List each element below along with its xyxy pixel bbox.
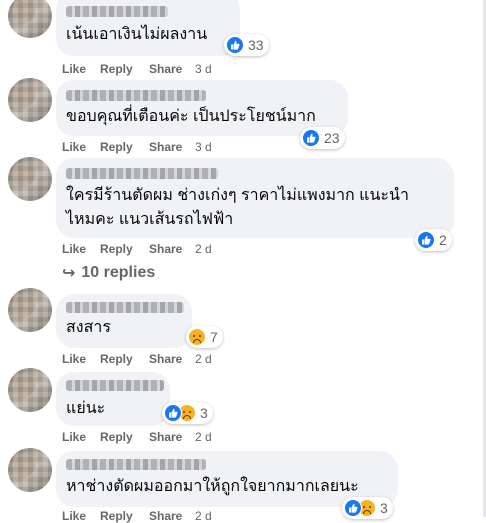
reaction-summary[interactable]: 3 xyxy=(162,402,213,424)
timestamp[interactable]: 3 d xyxy=(195,62,212,76)
share-link[interactable]: Share xyxy=(149,352,182,366)
reaction-count: 33 xyxy=(248,37,264,53)
comment-bubble: สงสาร xyxy=(56,294,192,348)
avatar[interactable] xyxy=(8,448,52,492)
reaction-count: 23 xyxy=(324,130,340,146)
like-link[interactable]: Like xyxy=(62,430,86,444)
reply-arrow-icon: ↪ xyxy=(62,265,76,282)
reaction-summary[interactable]: 23 xyxy=(300,127,345,149)
like-thumb-icon xyxy=(164,404,182,422)
reply-link[interactable]: Reply xyxy=(100,242,133,256)
reply-link[interactable]: Reply xyxy=(100,352,133,366)
reaction-count: 3 xyxy=(380,500,388,516)
reaction-summary[interactable]: 33 xyxy=(224,34,269,56)
avatar[interactable] xyxy=(8,368,52,412)
timestamp[interactable]: 2 d xyxy=(195,430,212,444)
comment-bubble: ใครมีร้านตัดผม ช่างเก่งๆ ราคาไม่แพงมาก แ… xyxy=(56,158,454,238)
avatar[interactable] xyxy=(8,78,52,122)
like-thumb-icon xyxy=(344,499,362,517)
like-thumb-icon xyxy=(302,129,320,147)
comment-text-line-1: ใครมีร้านตัดผม ช่างเก่งๆ ราคาไม่แพงมาก แ… xyxy=(66,187,409,204)
author-name-blurred[interactable] xyxy=(66,459,206,470)
reaction-summary[interactable]: 3 xyxy=(342,497,393,519)
author-name-blurred[interactable] xyxy=(66,168,218,179)
view-replies-link[interactable]: ↪ 10 replies xyxy=(62,263,155,283)
comment-text: สงสาร xyxy=(66,319,111,336)
timestamp[interactable]: 3 d xyxy=(195,140,212,154)
author-name-blurred[interactable] xyxy=(66,302,184,313)
like-link[interactable]: Like xyxy=(62,140,86,154)
share-link[interactable]: Share xyxy=(149,140,182,154)
reply-link[interactable]: Reply xyxy=(100,140,133,154)
like-link[interactable]: Like xyxy=(62,62,86,76)
avatar[interactable] xyxy=(8,288,52,332)
reply-link[interactable]: Reply xyxy=(100,430,133,444)
like-thumb-icon xyxy=(226,36,244,54)
author-name-blurred[interactable] xyxy=(66,90,206,101)
reaction-count: 2 xyxy=(439,232,447,248)
comment-text-line-2: ไหมคะ แนวเส้นรถไฟฟ้า xyxy=(66,211,234,228)
avatar[interactable] xyxy=(8,0,52,38)
sad-face-icon xyxy=(188,328,206,346)
reply-link[interactable]: Reply xyxy=(100,62,133,76)
reaction-summary[interactable]: 7 xyxy=(186,326,223,348)
reaction-count: 3 xyxy=(200,405,208,421)
replies-count: 10 replies xyxy=(81,264,156,281)
like-link[interactable]: Like xyxy=(62,352,86,366)
comment-bubble: ขอบคุณที่เตือนค่ะ เป็นประโยชน์มาก xyxy=(56,80,348,136)
reaction-count: 7 xyxy=(210,329,218,345)
timestamp[interactable]: 2 d xyxy=(195,242,212,256)
comment-text: ขอบคุณที่เตือนค่ะ เป็นประโยชน์มาก xyxy=(66,108,316,125)
avatar[interactable] xyxy=(8,157,52,201)
timestamp[interactable]: 2 d xyxy=(195,509,212,523)
comment-bubble: เน้นเอาเงินไม่ผลงาน xyxy=(56,0,240,56)
author-name-blurred[interactable] xyxy=(66,380,164,391)
like-link[interactable]: Like xyxy=(62,242,86,256)
comment-text: แย่นะ xyxy=(66,400,106,417)
share-link[interactable]: Share xyxy=(149,430,182,444)
share-link[interactable]: Share xyxy=(149,62,182,76)
like-thumb-icon xyxy=(417,231,435,249)
reaction-summary[interactable]: 2 xyxy=(415,229,452,251)
reply-link[interactable]: Reply xyxy=(100,509,133,523)
comment-text: เน้นเอาเงินไม่ผลงาน xyxy=(66,26,208,43)
share-link[interactable]: Share xyxy=(149,509,182,523)
comment-text: หาช่างตัดผมออกมาให้ถูกใจยากมากเลยนะ xyxy=(66,478,359,495)
author-name-blurred[interactable] xyxy=(66,6,168,17)
like-link[interactable]: Like xyxy=(62,509,86,523)
share-link[interactable]: Share xyxy=(149,242,182,256)
timestamp[interactable]: 2 d xyxy=(195,352,212,366)
comment-bubble: แย่นะ xyxy=(56,372,170,426)
